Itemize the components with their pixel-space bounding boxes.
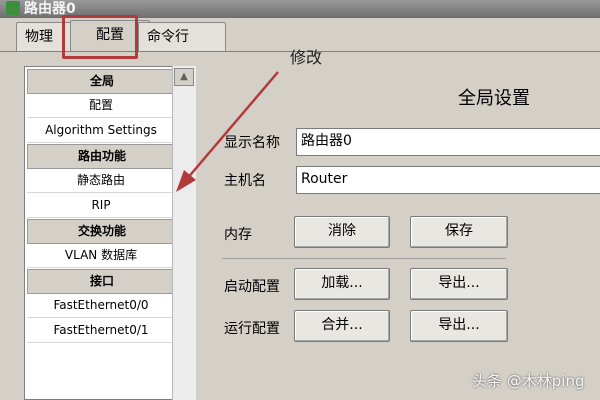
export-startup-config-button[interactable]: 导出... xyxy=(410,268,508,300)
hostname-label: 主机名 xyxy=(224,173,266,189)
sidebar-header-switching[interactable]: 交换功能 xyxy=(27,219,177,244)
scroll-up-arrow-icon[interactable]: ▲ xyxy=(174,68,194,86)
watermark: 头条 @木林ping xyxy=(472,372,585,390)
startup-config-label: 启动配置 xyxy=(224,279,280,295)
hostname-field[interactable]: Router xyxy=(296,166,600,194)
sidebar-item-fastethernet0-0[interactable]: FastEthernet0/0 xyxy=(27,294,175,318)
export-running-config-button[interactable]: 导出... xyxy=(410,310,508,342)
tab-highlight-box xyxy=(62,15,138,59)
display-name-label: 显示名称 xyxy=(224,135,280,151)
divider xyxy=(222,258,506,259)
load-startup-config-button[interactable]: 加载... xyxy=(294,268,390,300)
annotation-text: 修改 xyxy=(290,48,323,67)
sidebar-header-global[interactable]: 全局 xyxy=(27,69,177,94)
sidebar-item-static-routing[interactable]: 静态路由 xyxy=(27,169,175,193)
running-config-label: 运行配置 xyxy=(224,321,280,337)
sidebar-item-config[interactable]: 配置 xyxy=(27,94,175,118)
sidebar-header-routing[interactable]: 路由功能 xyxy=(27,144,177,169)
sidebar-item-fastethernet0-1[interactable]: FastEthernet0/1 xyxy=(27,319,175,343)
save-memory-button[interactable]: 保存 xyxy=(410,216,508,248)
display-name-field[interactable]: 路由器0 xyxy=(296,128,600,156)
sidebar-item-rip[interactable]: RIP xyxy=(27,194,175,218)
router-icon xyxy=(6,1,20,15)
sidebar-header-interface[interactable]: 接口 xyxy=(27,269,177,294)
erase-memory-button[interactable]: 消除 xyxy=(294,216,390,248)
config-nav-list: 全局 配置 Algorithm Settings 路由功能 静态路由 RIP 交… xyxy=(24,66,196,400)
section-title: 全局设置 xyxy=(458,88,530,109)
sidebar-item-vlan-database[interactable]: VLAN 数据库 xyxy=(27,244,175,268)
list-scrollbar[interactable] xyxy=(172,66,196,400)
merge-running-config-button[interactable]: 合并... xyxy=(294,310,390,342)
tab-cli[interactable]: 命令行 xyxy=(138,22,226,51)
memory-label: 内存 xyxy=(224,227,252,243)
sidebar-item-algorithm-settings[interactable]: Algorithm Settings xyxy=(27,119,175,143)
